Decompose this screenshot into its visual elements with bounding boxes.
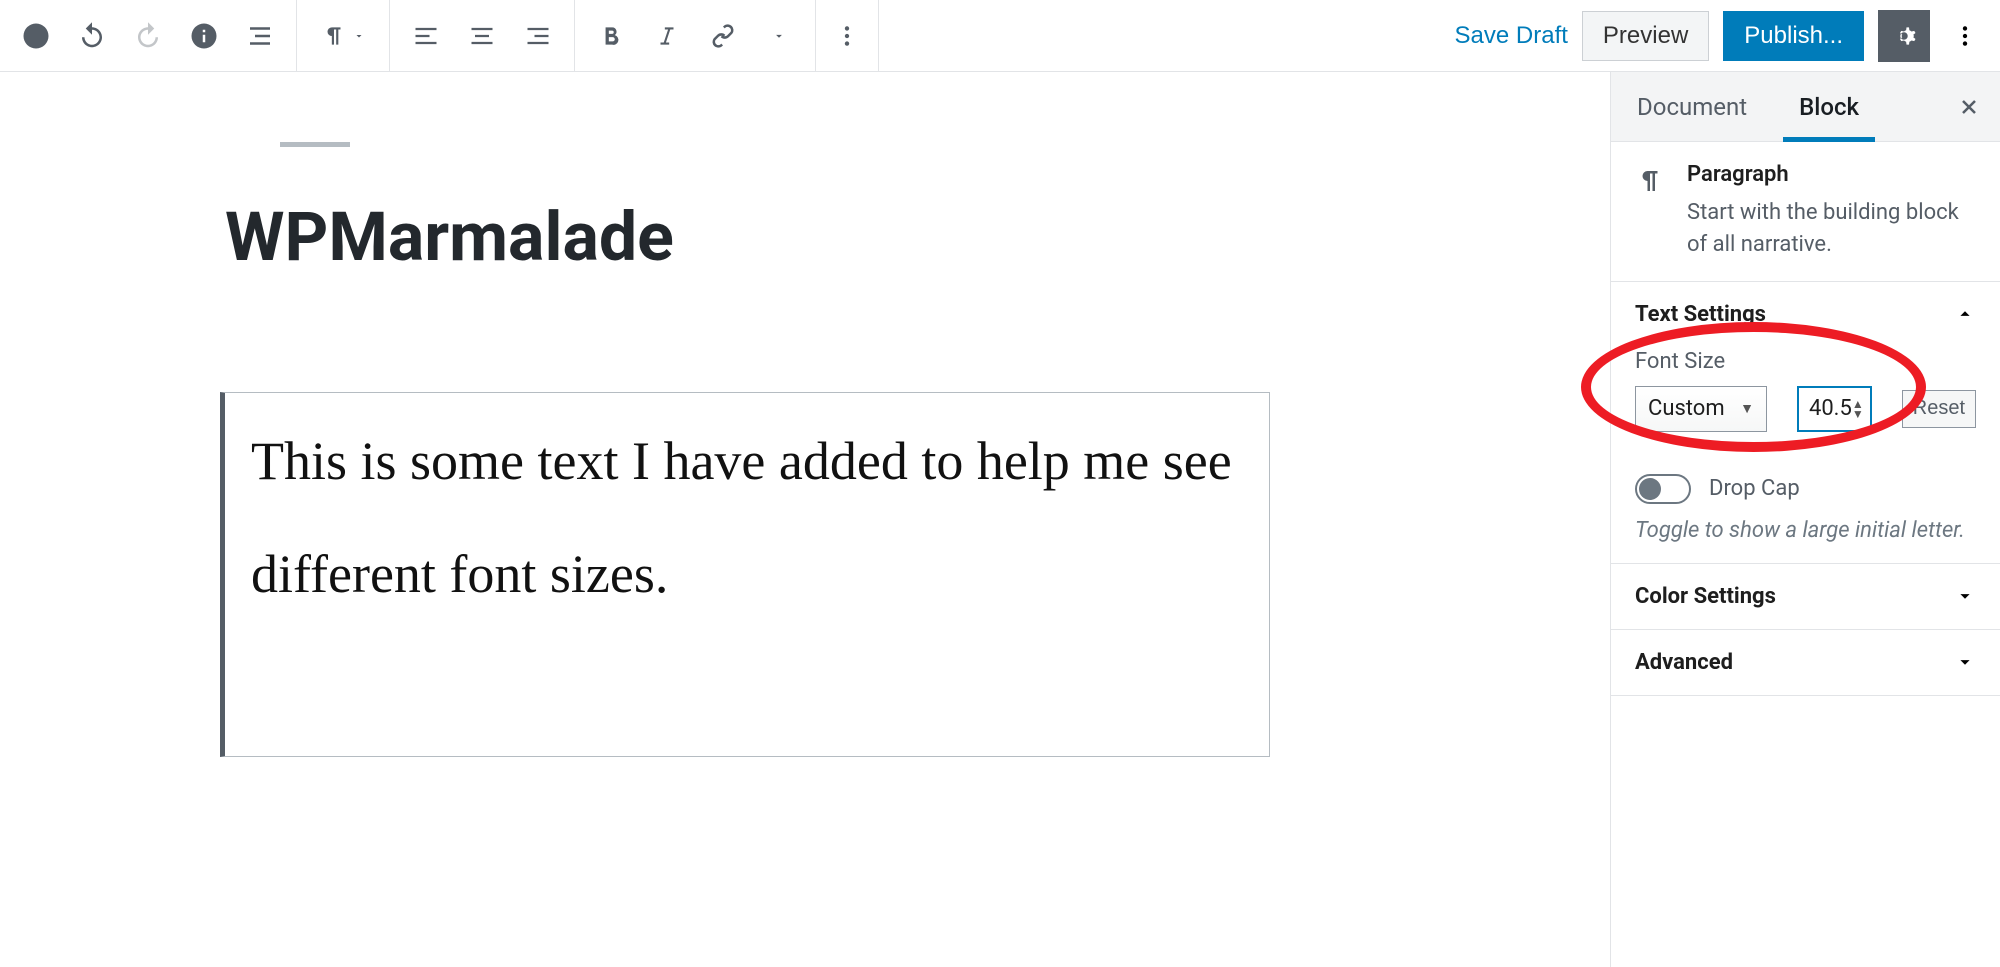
- toolbar-group-align: [390, 0, 575, 71]
- post-title[interactable]: WPMarmalade: [225, 197, 674, 277]
- outline-icon: [245, 21, 275, 51]
- dropcap-label: Drop Cap: [1709, 476, 1800, 501]
- paragraph-block[interactable]: This is some text I have added to help m…: [220, 392, 1270, 757]
- editor-main: WPMarmalade This is some text I have add…: [0, 72, 2000, 967]
- gear-icon: [1889, 21, 1919, 51]
- editor-top-toolbar: Save Draft Preview Publish...: [0, 0, 2000, 72]
- font-size-preset-value: Custom: [1648, 396, 1725, 421]
- undo-icon: [77, 21, 107, 51]
- toolbar-group-more: [816, 0, 879, 71]
- font-size-preset-select[interactable]: Custom ▼: [1635, 386, 1767, 432]
- info-icon: [189, 21, 219, 51]
- align-left-button[interactable]: [400, 10, 452, 62]
- font-size-value: 40.5: [1809, 396, 1852, 421]
- bold-icon: [598, 23, 624, 49]
- dropcap-help: Toggle to show a large initial letter.: [1635, 518, 1976, 543]
- align-right-icon: [524, 22, 552, 50]
- toolbar-group-format: [575, 0, 816, 71]
- undo-button[interactable]: [66, 10, 118, 62]
- kebab-icon: [1952, 23, 1978, 49]
- stepper-arrows-icon: ▲▼: [1852, 399, 1864, 419]
- italic-button[interactable]: [641, 10, 693, 62]
- chevron-down-icon: [1954, 585, 1976, 607]
- color-settings-toggle[interactable]: Color Settings: [1635, 584, 1976, 609]
- more-format-button[interactable]: [753, 10, 805, 62]
- chevron-down-icon: [1954, 651, 1976, 673]
- redo-icon: [133, 21, 163, 51]
- block-info-desc: Start with the building block of all nar…: [1687, 197, 1976, 261]
- title-drag-handle[interactable]: [280, 142, 350, 147]
- kebab-icon: [834, 23, 860, 49]
- font-size-reset-button[interactable]: Reset: [1902, 390, 1976, 428]
- dropcap-toggle[interactable]: [1635, 474, 1691, 504]
- text-settings-title: Text Settings: [1635, 302, 1766, 327]
- close-icon: [1957, 95, 1981, 119]
- paragraph-info-icon: [1635, 162, 1665, 261]
- add-block-button[interactable]: [10, 10, 62, 62]
- tab-document[interactable]: Document: [1611, 72, 1773, 141]
- advanced-title: Advanced: [1635, 650, 1733, 675]
- font-size-label: Font Size: [1635, 349, 1976, 374]
- link-icon: [709, 22, 737, 50]
- close-sidebar-button[interactable]: [1948, 86, 1990, 128]
- text-settings-toggle[interactable]: Text Settings: [1635, 302, 1976, 327]
- preview-button[interactable]: Preview: [1582, 11, 1709, 61]
- block-more-button[interactable]: [826, 10, 868, 62]
- bold-button[interactable]: [585, 10, 637, 62]
- align-right-button[interactable]: [512, 10, 564, 62]
- settings-sidebar: Document Block Paragraph Start with the …: [1610, 72, 2000, 967]
- toolbar-right: Save Draft Preview Publish...: [1455, 10, 2000, 62]
- align-left-icon: [412, 22, 440, 50]
- color-settings-title: Color Settings: [1635, 584, 1776, 609]
- align-center-button[interactable]: [456, 10, 508, 62]
- plus-circle-icon: [21, 21, 51, 51]
- editor-more-button[interactable]: [1944, 23, 1986, 49]
- font-size-number-input[interactable]: 40.5 ▲▼: [1797, 386, 1872, 432]
- settings-toggle-button[interactable]: [1878, 10, 1930, 62]
- caret-down-icon: [353, 30, 365, 42]
- toolbar-group-doc: [0, 0, 297, 71]
- paragraph-icon: [321, 23, 347, 49]
- italic-icon: [654, 23, 680, 49]
- block-info-title: Paragraph: [1687, 162, 1976, 187]
- caret-down-icon: [772, 29, 786, 43]
- advanced-toggle[interactable]: Advanced: [1635, 650, 1976, 675]
- align-center-icon: [468, 22, 496, 50]
- tab-block[interactable]: Block: [1773, 72, 1885, 141]
- block-type-button[interactable]: [307, 10, 379, 62]
- publish-button[interactable]: Publish...: [1723, 11, 1864, 61]
- redo-button[interactable]: [122, 10, 174, 62]
- save-draft-button[interactable]: Save Draft: [1455, 22, 1568, 50]
- caret-down-icon: ▼: [1740, 400, 1754, 417]
- toolbar-group-blocktype: [297, 0, 390, 71]
- editor-canvas: WPMarmalade This is some text I have add…: [0, 72, 1610, 967]
- link-button[interactable]: [697, 10, 749, 62]
- chevron-up-icon: [1954, 303, 1976, 325]
- content-info-button[interactable]: [178, 10, 230, 62]
- block-nav-button[interactable]: [234, 10, 286, 62]
